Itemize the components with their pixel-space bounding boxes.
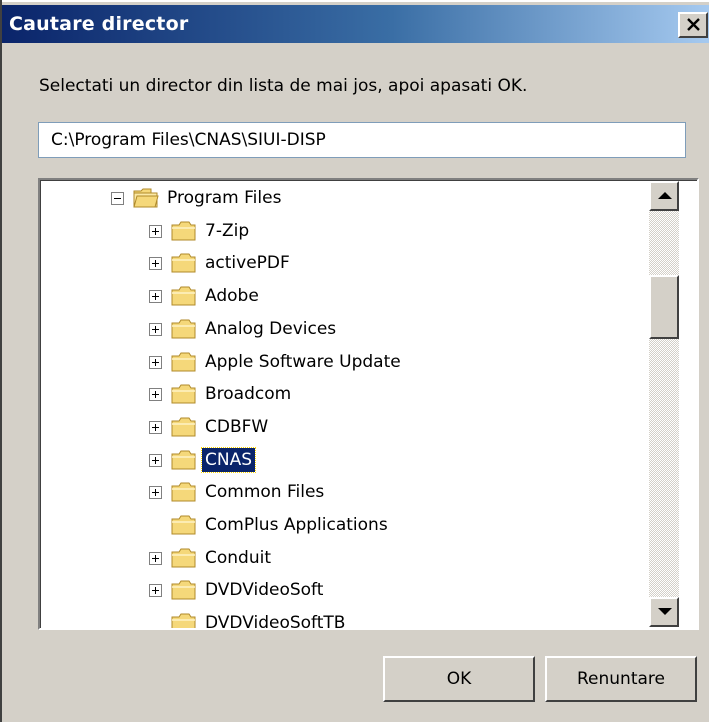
folder-icon [171, 482, 196, 502]
folder-path-input[interactable] [38, 122, 686, 158]
scroll-down-button[interactable] [649, 597, 679, 627]
folder-icon [171, 221, 196, 241]
tree-item-label[interactable]: CDBFW [202, 415, 271, 439]
tree-item-label[interactable]: Apple Software Update [202, 350, 404, 374]
folder-tree-viewport: Program Files 7-Zip activePDF Adobe Analog D… [40, 180, 697, 628]
tree-item[interactable]: DVDVideoSoft [41, 575, 647, 607]
tree-item-label[interactable]: Program Files [164, 186, 284, 210]
tree-item[interactable]: ComPlus Applications [41, 510, 647, 542]
tree-item[interactable]: 7-Zip [41, 216, 647, 248]
tree-item[interactable]: Broadcom [41, 379, 647, 411]
expand-toggle[interactable] [149, 290, 162, 304]
folder-icon [171, 450, 196, 470]
tree-item-label[interactable]: Broadcom [202, 382, 294, 406]
tree-item[interactable]: Analog Devices [41, 314, 647, 346]
cancel-button[interactable]: Renuntare [545, 656, 697, 702]
expand-toggle[interactable] [149, 420, 162, 434]
expand-toggle[interactable] [149, 388, 162, 402]
tree-item[interactable]: Apple Software Update [41, 347, 647, 379]
tree-item-label[interactable]: DVDVideoSoft [202, 578, 326, 602]
folder-icon [171, 286, 196, 306]
expand-toggle[interactable] [149, 584, 162, 598]
tree-item-label[interactable]: 7-Zip [202, 219, 252, 243]
title-bar[interactable]: Cautare director [2, 5, 709, 43]
close-icon [687, 18, 700, 31]
folder-icon [171, 319, 196, 339]
folder-icon [171, 613, 196, 628]
expand-toggle[interactable] [149, 257, 162, 271]
browse-folder-dialog: Cautare director Selectati un director d… [0, 0, 709, 722]
tree-item[interactable]: CNAS [41, 445, 647, 477]
tree-item[interactable]: Common Files [41, 477, 647, 509]
tree-item[interactable]: Conduit [41, 543, 647, 575]
tree-item-label[interactable]: activePDF [202, 251, 293, 275]
expand-toggle[interactable] [149, 551, 162, 565]
folder-icon [171, 253, 196, 273]
tree-item[interactable]: Adobe [41, 281, 647, 313]
folder-icon [171, 580, 196, 600]
tree-item-label[interactable]: CNAS [200, 446, 257, 473]
arrow-up-icon [658, 192, 672, 199]
tree-item-label[interactable]: Common Files [202, 480, 327, 504]
vertical-scrollbar[interactable] [649, 181, 679, 627]
expand-toggle[interactable] [149, 322, 162, 336]
scroll-thumb[interactable] [649, 275, 679, 340]
folder-tree[interactable]: Program Files 7-Zip activePDF Adobe Analog D… [38, 178, 699, 630]
folder-icon [171, 515, 196, 535]
tree-item[interactable]: CDBFW [41, 412, 647, 444]
tree-item[interactable]: DVDVideoSoftTB [41, 608, 647, 628]
tree-item[interactable]: Program Files [41, 183, 647, 215]
folder-icon [171, 548, 196, 568]
tree-item-label[interactable]: Analog Devices [202, 317, 339, 341]
scroll-up-button[interactable] [649, 181, 679, 211]
arrow-down-icon [658, 608, 672, 615]
folder-icon [171, 417, 196, 437]
folder-icon [171, 384, 196, 404]
expand-toggle[interactable] [149, 486, 162, 500]
window-top-border [2, 0, 709, 2]
ok-button[interactable]: OK [383, 656, 535, 702]
tree-item-label[interactable]: ComPlus Applications [202, 513, 391, 537]
tree-item-label[interactable]: Conduit [202, 546, 274, 570]
tree-item-label[interactable]: DVDVideoSoftTB [202, 611, 348, 628]
window-title: Cautare director [9, 13, 189, 35]
close-button[interactable] [678, 12, 708, 38]
collapse-toggle[interactable] [111, 192, 124, 205]
expand-toggle[interactable] [149, 224, 162, 238]
expand-toggle[interactable] [149, 355, 162, 369]
instruction-text: Selectati un director din lista de mai j… [39, 76, 528, 96]
open-folder-icon [133, 188, 159, 208]
tree-item-label[interactable]: Adobe [202, 284, 262, 308]
folder-icon [171, 352, 196, 371]
tree-item[interactable]: activePDF [41, 248, 647, 280]
expand-toggle[interactable] [149, 453, 162, 467]
